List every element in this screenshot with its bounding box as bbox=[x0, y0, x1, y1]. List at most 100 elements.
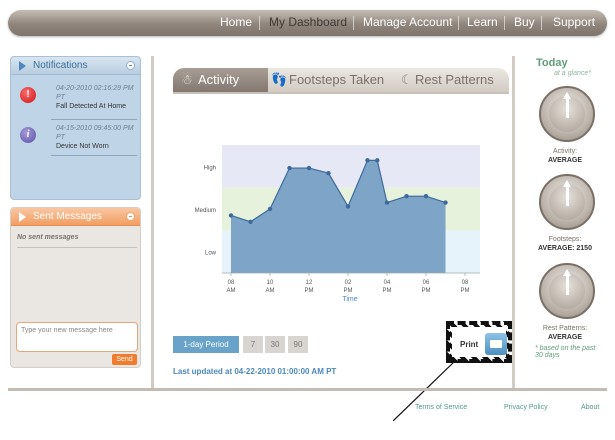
expand-arrow-icon bbox=[19, 61, 26, 71]
tab-label: Activity bbox=[198, 72, 240, 87]
divider bbox=[17, 247, 137, 248]
nav-home[interactable]: Home bbox=[220, 15, 252, 29]
footer-terms-link[interactable]: Terms of Service bbox=[415, 404, 467, 411]
chart-band bbox=[222, 145, 480, 188]
dashboard-page: { "nav": { "items": ["Home", "My Dashboa… bbox=[0, 0, 615, 440]
period-90-button[interactable]: 90 bbox=[288, 336, 308, 353]
notification-item[interactable]: ! 04-20-2010 02:16:29 PM PT Fall Detecte… bbox=[15, 81, 138, 123]
moon-icon: ☾ bbox=[401, 72, 413, 87]
gauge-value: AVERAGE: 2150 bbox=[538, 245, 592, 252]
x-tick-label: AM bbox=[266, 288, 275, 294]
data-point bbox=[326, 170, 331, 176]
notification-item[interactable]: i 04-15-2010 09:45:00 PM PT Device Not W… bbox=[15, 121, 138, 163]
nav-learn[interactable]: Learn bbox=[467, 15, 498, 29]
notification-date: 04-20-2010 02:16:29 PM PT bbox=[56, 85, 134, 101]
divider bbox=[51, 155, 137, 156]
divider bbox=[51, 119, 137, 120]
nav-separator bbox=[259, 16, 260, 30]
footsteps-icon: 👣 bbox=[271, 72, 288, 87]
printer-icon[interactable] bbox=[485, 333, 507, 355]
x-tick-label: PM bbox=[422, 288, 431, 294]
notifications-title: Notifications bbox=[33, 60, 88, 71]
x-tick-label: PM bbox=[383, 288, 392, 294]
activity-gauge bbox=[539, 86, 595, 142]
nav-separator bbox=[458, 16, 459, 30]
nav-buy[interactable]: Buy bbox=[514, 15, 535, 29]
notifications-panel: Notifications ! 04-20-2010 02:16:29 PM P… bbox=[10, 56, 141, 200]
data-point bbox=[423, 194, 429, 199]
data-point bbox=[375, 158, 380, 163]
notification-text: Device Not Worn bbox=[56, 143, 109, 150]
collapse-icon[interactable] bbox=[126, 212, 135, 221]
tab-rest-patterns[interactable]: ☾ Rest Patterns bbox=[393, 68, 509, 92]
data-point bbox=[443, 200, 448, 205]
tab-underline bbox=[173, 92, 509, 94]
x-tick-label: AM bbox=[227, 288, 236, 294]
sent-messages-title: Sent Messages bbox=[33, 211, 102, 222]
nav-separator bbox=[353, 16, 354, 30]
print-button[interactable]: Print bbox=[460, 340, 478, 349]
today-title: Today bbox=[536, 57, 568, 69]
sent-messages-panel: Sent Messages No sent messages Type your… bbox=[10, 207, 141, 368]
new-message-input[interactable]: Type your new message here bbox=[16, 322, 138, 352]
data-point bbox=[365, 158, 370, 163]
gauge-label: Footsteps: bbox=[548, 236, 582, 243]
footsteps-gauge bbox=[539, 174, 595, 230]
x-tick-label: 06 bbox=[423, 280, 430, 286]
activity-icon: ☃ bbox=[181, 72, 193, 87]
send-button[interactable]: Send bbox=[112, 354, 137, 365]
gauge-needle-icon bbox=[563, 92, 571, 118]
data-point bbox=[384, 200, 390, 205]
period-7-button[interactable]: 7 bbox=[243, 336, 263, 353]
annotation-pointer-line bbox=[393, 361, 456, 421]
x-tick-label: 08 bbox=[462, 280, 469, 286]
y-axis-label: Low bbox=[205, 251, 217, 257]
data-point bbox=[267, 206, 273, 212]
x-axis-title: Time bbox=[342, 296, 357, 303]
x-tick-label: PM bbox=[305, 288, 314, 294]
x-tick-label: PM bbox=[461, 288, 470, 294]
data-point bbox=[404, 194, 409, 199]
rest-patterns-gauge bbox=[539, 263, 595, 319]
notifications-header[interactable]: Notifications bbox=[11, 57, 140, 75]
notification-date: 04-15-2010 09:45:00 PM PT bbox=[56, 125, 134, 141]
info-icon: i bbox=[20, 127, 36, 143]
data-point bbox=[228, 213, 234, 218]
tab-label: Footsteps Taken bbox=[289, 72, 385, 87]
footer-privacy-link[interactable]: Privacy Policy bbox=[504, 404, 548, 411]
chart-tabs: ☾ Rest Patterns 👣 Footsteps Taken ☃ Acti… bbox=[173, 68, 509, 92]
data-point bbox=[248, 219, 253, 224]
footer-about-link[interactable]: About bbox=[581, 404, 599, 411]
tab-footsteps-taken[interactable]: 👣 Footsteps Taken bbox=[261, 68, 396, 92]
gauge-value: AVERAGE bbox=[547, 157, 583, 164]
nav-manage-account[interactable]: Manage Account bbox=[363, 15, 452, 29]
gauge-label: Activity: bbox=[552, 148, 578, 155]
tab-label: Rest Patterns bbox=[415, 72, 494, 87]
activity-chart: High Medium Low 08 AM 10 AM 12 PM 02 PM 04 PM 06 PM 08 P… bbox=[195, 145, 480, 303]
nav-separator bbox=[504, 16, 505, 30]
last-updated-text: Last updated at 04-22-2010 01:00:00 AM P… bbox=[173, 367, 337, 376]
x-tick-label: PM bbox=[344, 288, 353, 294]
period-1-day-button[interactable]: 1-day Period bbox=[173, 336, 239, 353]
x-tick-label: 12 bbox=[306, 280, 313, 286]
gauge-value: AVERAGE bbox=[547, 334, 583, 341]
footer-divider bbox=[8, 388, 607, 391]
y-axis-label: Medium bbox=[195, 208, 216, 214]
nav-support[interactable]: Support bbox=[553, 15, 595, 29]
collapse-icon[interactable] bbox=[126, 61, 135, 70]
today-subtitle: at a glance* bbox=[554, 70, 591, 77]
top-navigation-bar: Home My Dashboard Manage Account Learn B… bbox=[8, 10, 607, 36]
notification-text: Fall Detected At Home bbox=[56, 103, 127, 110]
data-point bbox=[306, 165, 312, 171]
gauge-needle-icon bbox=[563, 269, 571, 295]
alert-icon: ! bbox=[20, 87, 36, 103]
x-tick-label: 04 bbox=[384, 280, 391, 286]
period-30-button[interactable]: 30 bbox=[265, 336, 285, 353]
gauge-needle-icon bbox=[563, 180, 571, 206]
nav-separator bbox=[541, 16, 542, 30]
expand-arrow-icon bbox=[19, 212, 26, 222]
x-tick-label: 08 bbox=[228, 280, 235, 286]
tab-activity[interactable]: ☃ Activity bbox=[173, 68, 268, 92]
nav-my-dashboard[interactable]: My Dashboard bbox=[269, 15, 347, 29]
sent-messages-header[interactable]: Sent Messages bbox=[11, 208, 140, 226]
